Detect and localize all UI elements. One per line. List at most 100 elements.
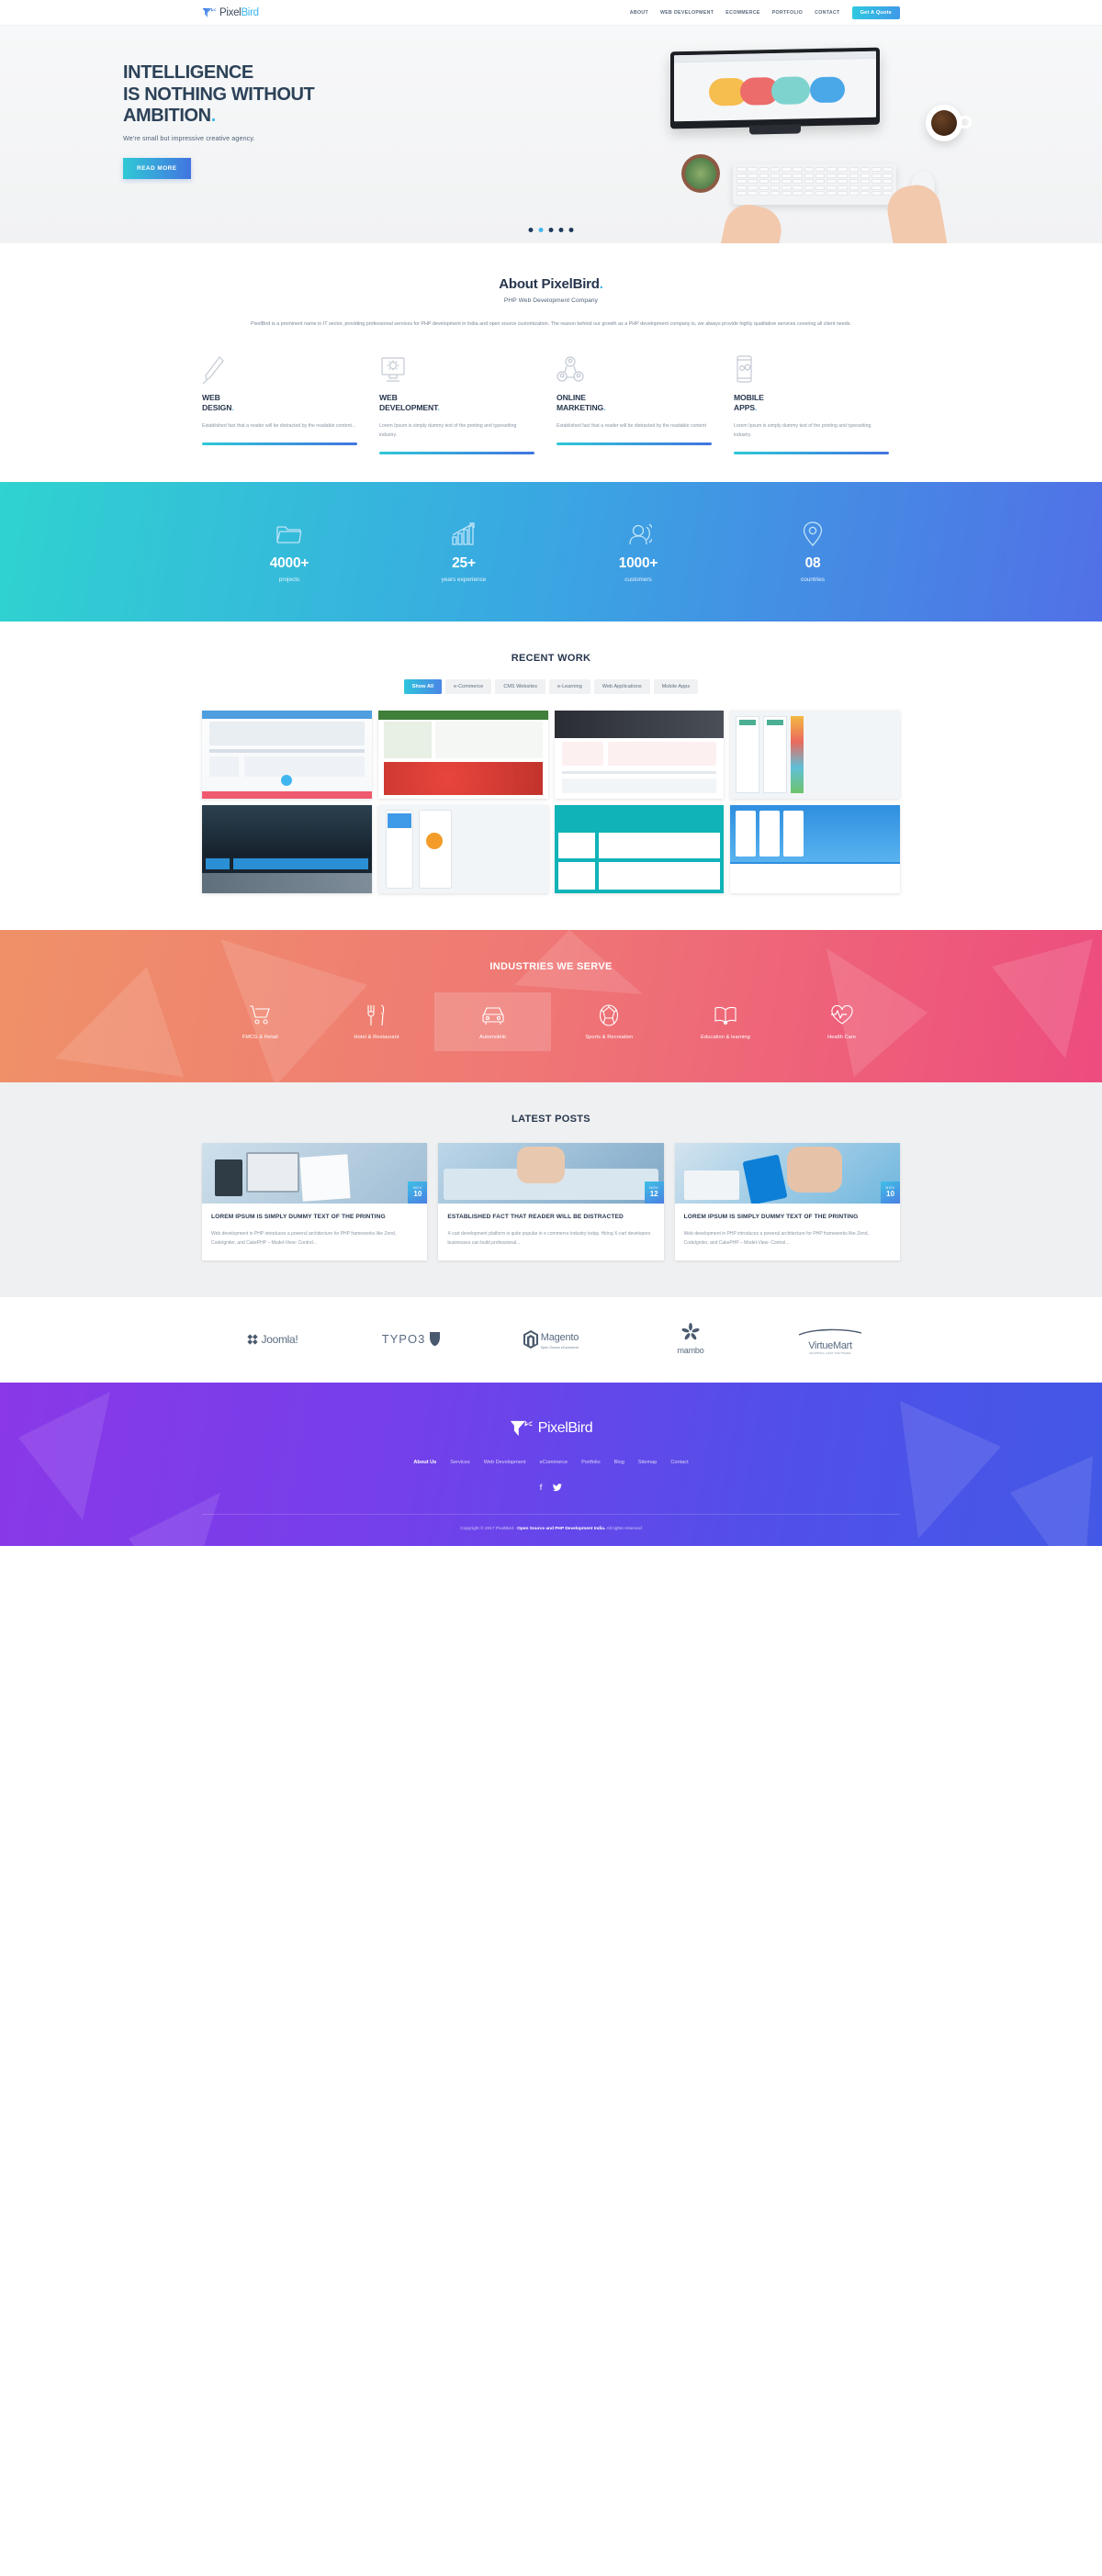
post-card[interactable]: NOV 10 LOREM IPSUM IS SIMPLY DUMMY TEXT …	[674, 1142, 900, 1261]
footer-link-web-development[interactable]: Web Development	[484, 1460, 526, 1465]
footer-social-links: f	[202, 1484, 900, 1494]
footer-link-sitemap[interactable]: Sitemap	[638, 1460, 658, 1465]
service-underline	[557, 442, 712, 445]
about-section: About PixelBird. PHP Web Development Com…	[0, 243, 1102, 482]
footer-link-services[interactable]: Services	[450, 1460, 469, 1465]
industry-sports-recreation[interactable]: Sports & Recreation	[551, 992, 668, 1051]
stat-years-experience: 25+ years experience	[377, 519, 551, 583]
copyright-text: Copyright © 2017 PixelBird - Open Source…	[460, 1527, 642, 1532]
portfolio-item[interactable]	[554, 710, 725, 799]
slider-dot-3[interactable]	[548, 228, 554, 232]
stat-label: projects	[278, 576, 300, 583]
post-excerpt: Web development in PHP introduces a powe…	[211, 1231, 397, 1247]
industries-title: INDUSTRIES WE SERVE	[489, 960, 613, 972]
footer-nav: About Us Services Web Development eComme…	[202, 1460, 900, 1465]
portfolio-item[interactable]	[730, 804, 900, 893]
industry-automobile[interactable]: Automobile	[434, 991, 551, 1051]
stat-value: 1000+	[618, 554, 658, 571]
get-a-quote-button[interactable]: Get A Quote	[851, 6, 900, 19]
partner-mambo[interactable]: mambo	[621, 1323, 760, 1355]
twitter-icon[interactable]	[553, 1484, 563, 1494]
footer-link-ecommerce[interactable]: eCommerce	[540, 1460, 568, 1465]
filter-ecommerce[interactable]: e-Commerce	[445, 678, 492, 694]
folder-icon	[202, 519, 377, 550]
filter-web-applications[interactable]: Web Applications	[593, 678, 650, 694]
filter-show-all[interactable]: Show All	[403, 678, 443, 694]
industry-fmcg-retail[interactable]: FMCG & Retail	[202, 992, 319, 1051]
about-title: About PixelBird.	[499, 276, 603, 292]
stat-projects: 4000+ projects	[202, 519, 377, 583]
stat-countries: 08 countries	[725, 519, 900, 583]
nav-item-portfolio[interactable]: PORTFOLIO	[772, 10, 803, 16]
post-card[interactable]: NOV 12 ESTABLISHED FACT THAT READER WILL…	[438, 1142, 664, 1261]
slider-dot-1[interactable]	[528, 228, 534, 232]
slider-dot-2[interactable]	[538, 228, 544, 232]
industries-section: INDUSTRIES WE SERVE FMCG & Retail Hotel …	[0, 929, 1102, 1082]
people-network-icon	[557, 353, 712, 385]
industry-label: FMCG & Retail	[242, 1034, 278, 1040]
service-card-mobile-apps[interactable]: MOBILE APPS. Lorem Ipsum is simply dummy …	[734, 353, 900, 454]
footer-brand[interactable]: PixelBird	[202, 1419, 900, 1438]
about-subtitle: PHP Web Development Company	[503, 297, 599, 304]
service-text: Established fact that a reader will be d…	[557, 423, 706, 430]
nav-item-about[interactable]: ABOUT	[630, 10, 648, 16]
portfolio-item[interactable]	[202, 804, 372, 893]
footer-link-about-us[interactable]: About Us	[413, 1460, 436, 1465]
facebook-icon[interactable]: f	[540, 1484, 543, 1494]
footer-link-contact[interactable]: Contact	[670, 1460, 688, 1465]
footer-brand-name: PixelBird	[537, 1420, 593, 1437]
hand-left-image	[718, 200, 786, 243]
nav-item-ecommerce[interactable]: ECOMMERCE	[725, 10, 759, 16]
partner-typo3[interactable]: TYPO3	[342, 1331, 481, 1347]
hero-copy: INTELLIGENCE IS NOTHING WITHOUT AMBITION…	[123, 62, 399, 179]
filter-elearning[interactable]: e-Learning	[549, 678, 590, 694]
joomla-icon	[246, 1333, 258, 1345]
service-card-online-marketing[interactable]: ONLINE MARKETING. Established fact that a…	[557, 353, 723, 454]
cutlery-icon	[320, 1003, 433, 1027]
portfolio-item[interactable]	[730, 710, 900, 799]
partner-magento[interactable]: Magento Open Source eCommerce	[481, 1328, 621, 1350]
nav-item-web-development[interactable]: WEB DEVELOPMENT	[660, 10, 714, 16]
service-underline	[202, 442, 357, 445]
post-date-badge: NOV 12	[644, 1181, 664, 1204]
typo3-icon	[430, 1332, 441, 1347]
service-title: WEB DEVELOPMENT.	[379, 393, 440, 413]
post-card[interactable]: NOV 10 LOREM IPSUM IS SIMPLY DUMMY TEXT …	[202, 1142, 428, 1261]
about-body-text: PixelBird is a prominent name in IT sect…	[250, 321, 851, 327]
car-icon	[436, 1003, 549, 1027]
portfolio-item[interactable]	[202, 710, 372, 799]
slider-dot-5[interactable]	[568, 228, 574, 232]
footer-link-blog[interactable]: Blog	[614, 1460, 624, 1465]
portfolio-item[interactable]	[377, 804, 548, 893]
hero-subtitle: We're small but impressive creative agen…	[123, 133, 255, 142]
portfolio-item[interactable]	[554, 804, 725, 893]
nav-item-contact[interactable]: CONTACT	[815, 10, 839, 16]
filter-cms-websites[interactable]: CMS Websites	[495, 678, 546, 694]
post-title: ESTABLISHED FACT THAT READER WILL BE DIS…	[447, 1213, 624, 1220]
post-title: LOREM IPSUM IS SIMPLY DUMMY TEXT OF THE …	[683, 1213, 859, 1220]
user-group-icon	[551, 519, 725, 550]
service-card-web-design[interactable]: WEB DESIGN. Established fact that a reade…	[202, 353, 368, 454]
footer-link-portfolio[interactable]: Portfolio	[581, 1460, 601, 1465]
filter-mobile-apps[interactable]: Mobile Apps	[653, 678, 699, 694]
slider-dot-4[interactable]	[558, 228, 564, 232]
stats-counter-section: 4000+ projects 25+ years experience 1000…	[0, 481, 1102, 622]
portfolio-item[interactable]	[377, 710, 548, 799]
service-text: Lorem Ipsum is simply dummy text of the …	[379, 423, 517, 439]
keyboard-image	[733, 163, 896, 205]
partner-virtuemart[interactable]: VirtueMart SHOPPING CART SOFTWARE	[760, 1324, 900, 1355]
industry-hotel-restaurant[interactable]: Hotel & Restaurant	[319, 992, 435, 1051]
slider-dots[interactable]	[528, 228, 574, 232]
brand-logo[interactable]: PixelBird	[202, 7, 259, 18]
partner-label: mambo	[677, 1346, 704, 1356]
post-day: 10	[413, 1190, 422, 1199]
service-card-web-development[interactable]: WEB DEVELOPMENT. Lorem Ipsum is simply du…	[379, 353, 545, 454]
partner-sublabel: Open Source eCommerce	[540, 1346, 579, 1350]
read-more-button[interactable]: READ MORE	[123, 157, 191, 179]
industry-education-learning[interactable]: Education & learning	[668, 992, 784, 1051]
partner-joomla[interactable]: Joomla!	[202, 1333, 342, 1346]
soccer-ball-icon	[553, 1003, 666, 1027]
post-day: 10	[886, 1190, 894, 1199]
industry-label: Health Care	[827, 1034, 857, 1040]
industry-health-care[interactable]: Health Care	[783, 992, 900, 1051]
